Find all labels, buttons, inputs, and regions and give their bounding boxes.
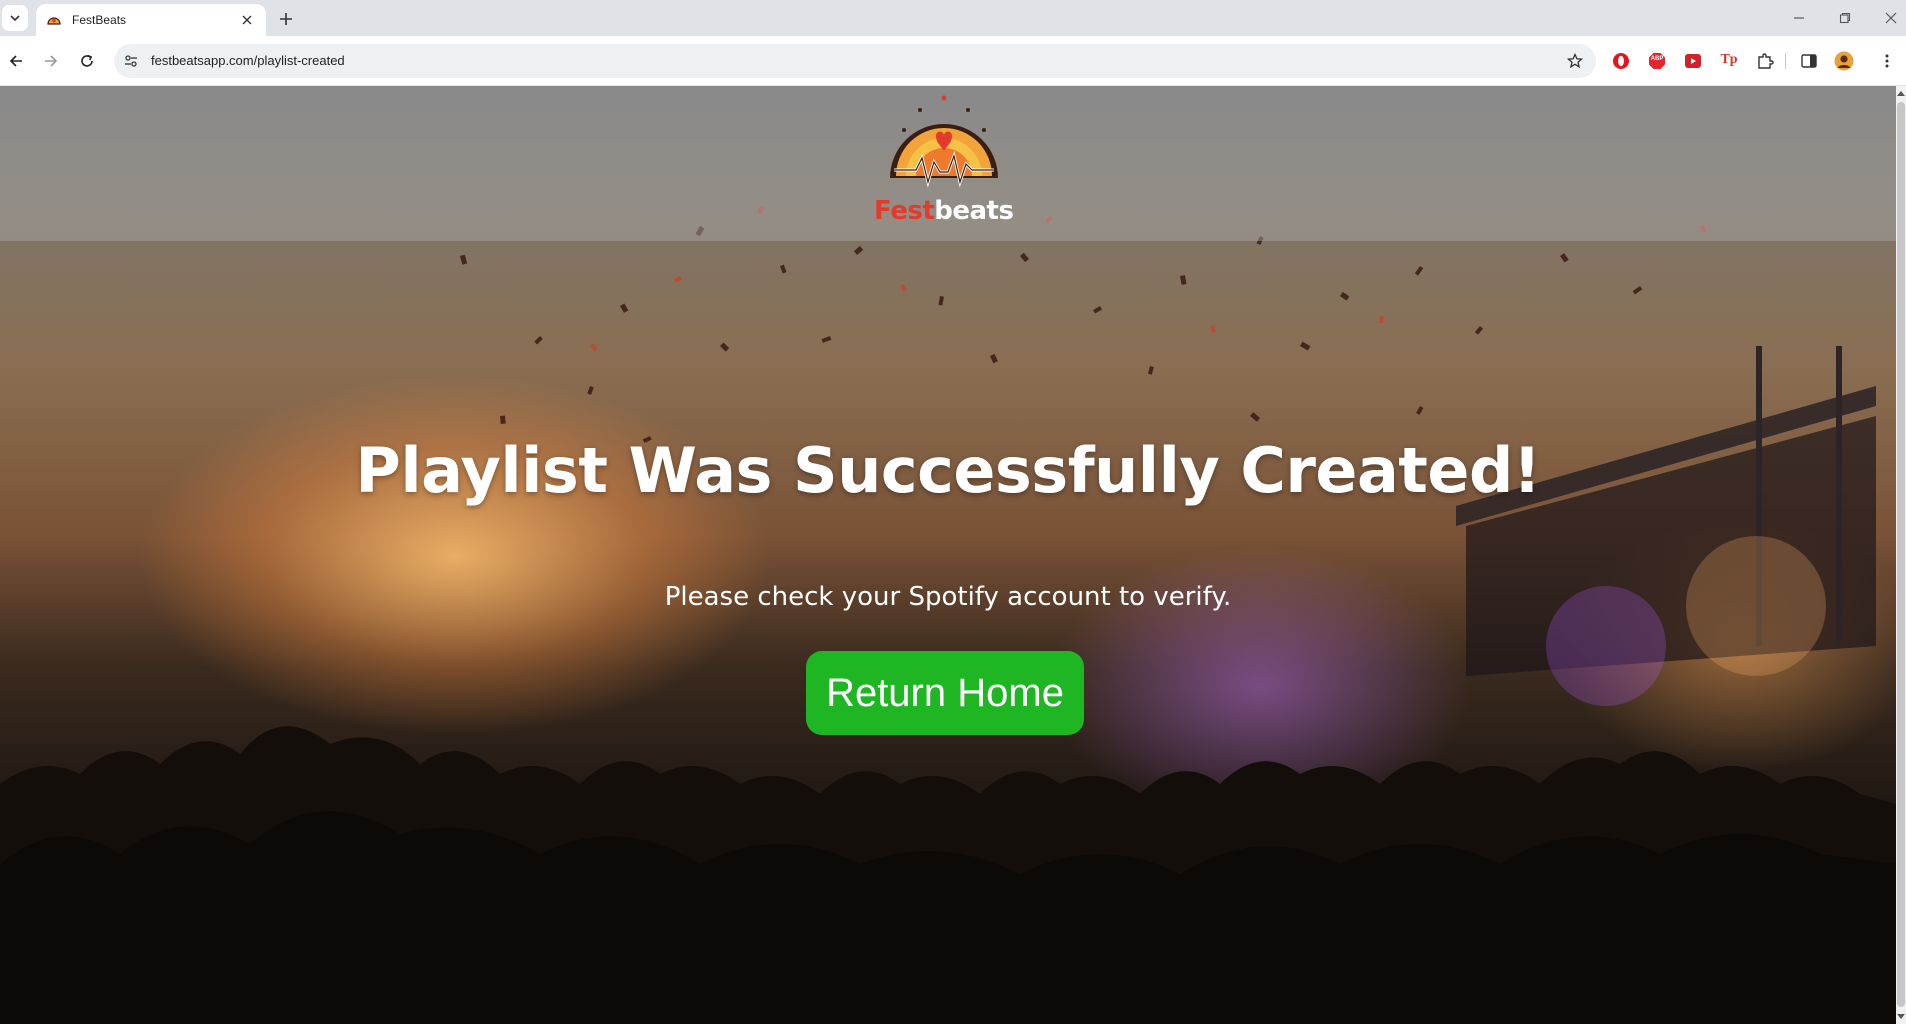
festbeats-emblem <box>890 95 998 188</box>
tab-search-button[interactable] <box>2 5 28 31</box>
adblock-label: ABP <box>1650 56 1664 62</box>
logo-text-fest: Fest <box>874 196 935 226</box>
bookmark-star-icon[interactable] <box>1566 52 1584 70</box>
close-icon <box>1885 12 1897 24</box>
minimize-button[interactable] <box>1788 8 1810 28</box>
new-tab-button[interactable] <box>275 8 297 30</box>
address-bar[interactable]: festbeatsapp.com/playlist-created <box>114 44 1596 78</box>
tp-icon[interactable]: Tp <box>1719 51 1739 71</box>
browser-tab[interactable]: FestBeats <box>36 4 266 36</box>
site-info-icon[interactable] <box>122 52 140 70</box>
page-title: Playlist Was Successfully Created! <box>355 434 1541 507</box>
plus-icon <box>280 13 292 25</box>
festbeats-logo[interactable]: Festbeats <box>874 92 1014 234</box>
media-icon[interactable] <box>1683 51 1703 71</box>
arrow-left-icon <box>9 55 22 67</box>
arrow-right-icon <box>45 55 58 67</box>
scroll-down-icon[interactable] <box>1897 1012 1905 1022</box>
return-home-button[interactable]: Return Home <box>806 651 1084 735</box>
page-scrollbar[interactable] <box>1896 86 1906 1024</box>
opera-icon[interactable] <box>1611 51 1631 71</box>
tab-title: FestBeats <box>72 13 127 27</box>
browser-toolbar: festbeatsapp.com/playlist-created ABP Tp <box>0 36 1906 86</box>
puzzle-icon[interactable] <box>1755 51 1775 71</box>
tp-label: Tp <box>1720 52 1738 67</box>
page-viewport: Festbeats Playlist Was Successfully Crea… <box>0 86 1896 1024</box>
minimize-icon <box>1794 17 1804 19</box>
url-text[interactable]: festbeatsapp.com/playlist-created <box>151 53 345 68</box>
forward-button[interactable] <box>40 50 62 72</box>
avatar[interactable] <box>1834 51 1854 71</box>
close-window-button[interactable] <box>1880 8 1902 28</box>
tab-close-icon[interactable] <box>238 11 256 29</box>
reload-icon <box>81 54 93 67</box>
side-panel-icon[interactable] <box>1799 51 1819 71</box>
festbeats-wordmark: Festbeats <box>874 196 1014 226</box>
festbeats-favicon <box>47 17 61 25</box>
toolbar-divider <box>1785 53 1786 69</box>
menu-icon[interactable] <box>1877 51 1897 71</box>
logo-text-beats: beats <box>934 196 1014 226</box>
verification-message: Please check your Spotify account to ver… <box>664 582 1232 612</box>
scroll-up-icon[interactable] <box>1897 88 1905 98</box>
back-button[interactable] <box>5 50 27 72</box>
tab-strip: FestBeats <box>0 0 1906 36</box>
scrollbar-thumb[interactable] <box>1897 102 1905 1007</box>
reload-button[interactable] <box>76 50 98 72</box>
adblock-icon[interactable]: ABP <box>1647 51 1667 71</box>
chevron-down-icon <box>10 15 20 22</box>
restore-icon <box>1839 12 1851 24</box>
restore-button[interactable] <box>1834 8 1856 28</box>
